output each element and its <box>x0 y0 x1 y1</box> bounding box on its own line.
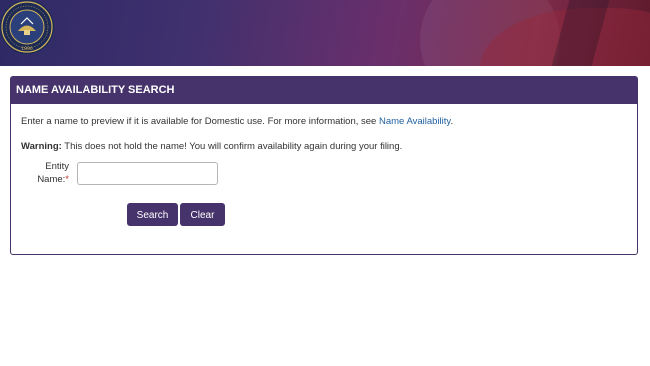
intro-text-content: Enter a name to preview if it is availab… <box>21 116 379 127</box>
warning-label: Warning: <box>21 141 62 152</box>
svg-text:1896: 1896 <box>21 46 33 52</box>
utah-state-seal-icon[interactable]: 1896 <box>0 0 56 56</box>
intro-text-end: . <box>450 116 454 127</box>
warning-message: This does not hold the name! You will co… <box>61 141 403 152</box>
entity-name-input[interactable] <box>77 162 218 185</box>
panel-title: NAME AVAILABILITY SEARCH <box>11 77 637 104</box>
entity-name-label: Entity Name:* <box>33 160 69 186</box>
name-availability-link[interactable]: Name Availability <box>379 116 450 127</box>
entity-name-label-line2: Name: <box>37 174 66 185</box>
clear-button[interactable]: Clear <box>180 203 225 226</box>
name-availability-panel: NAME AVAILABILITY SEARCH Enter a name to… <box>10 76 638 255</box>
intro-text: Enter a name to preview if it is availab… <box>21 116 453 127</box>
entity-name-label-line1: Entity <box>45 161 69 172</box>
required-marker: * <box>65 174 69 185</box>
search-button[interactable]: Search <box>127 203 178 226</box>
warning-text: Warning: This does not hold the name! Yo… <box>21 141 402 152</box>
header-banner: 1896 <box>0 0 650 66</box>
